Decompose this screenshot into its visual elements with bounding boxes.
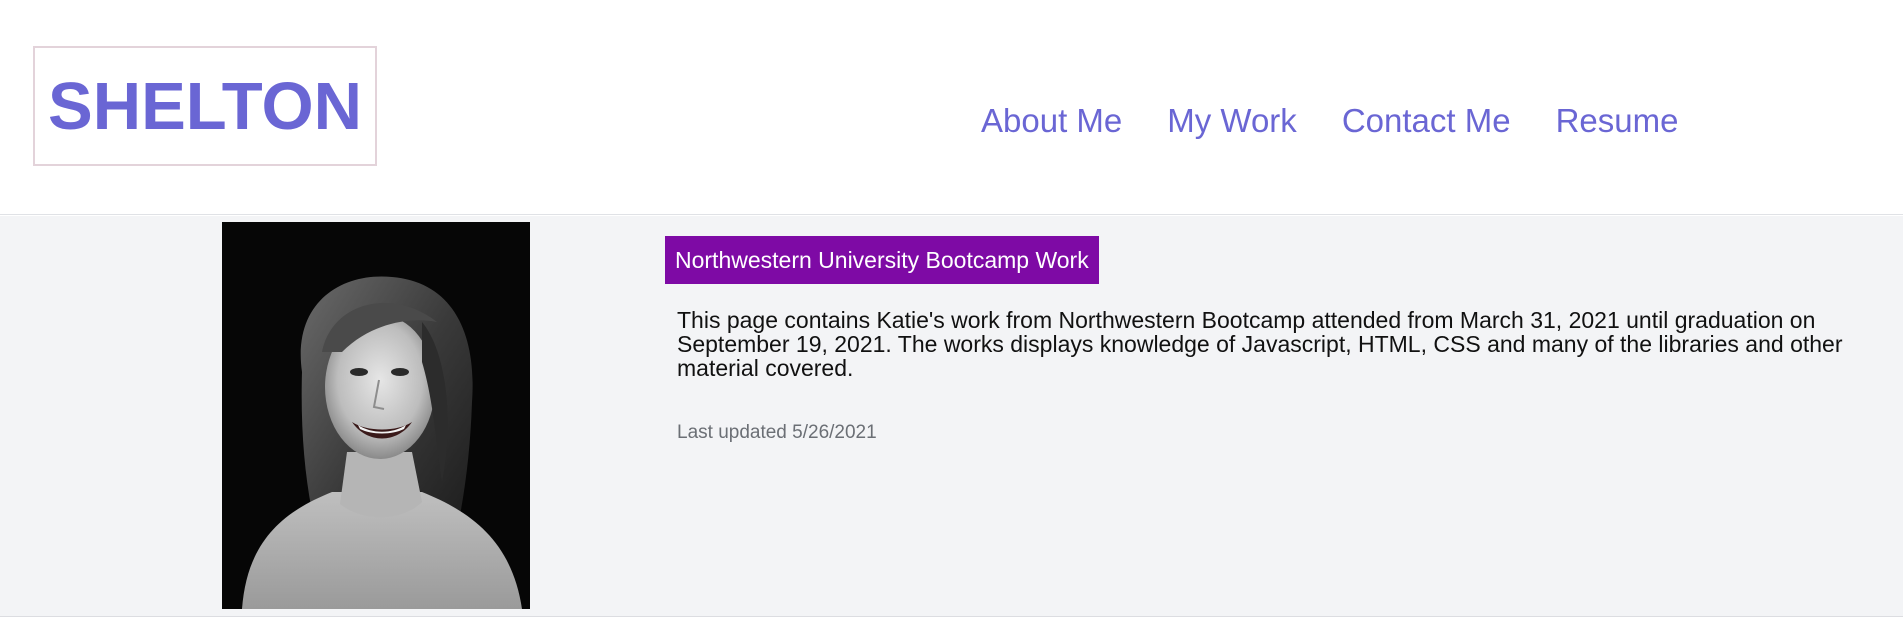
- site-header: SHELTON About Me My Work Contact Me Resu…: [0, 0, 1903, 215]
- nav-link-about-me[interactable]: About Me: [981, 100, 1122, 142]
- logo[interactable]: SHELTON: [33, 46, 377, 166]
- nav-link-my-work[interactable]: My Work: [1167, 100, 1297, 142]
- main-nav: About Me My Work Contact Me Resume: [981, 100, 1678, 142]
- nav-link-resume[interactable]: Resume: [1556, 100, 1679, 142]
- nav-link-contact-me[interactable]: Contact Me: [1342, 100, 1511, 142]
- last-updated-text: Last updated 5/26/2021: [677, 422, 877, 443]
- section-title: Northwestern University Bootcamp Work: [665, 236, 1099, 284]
- profile-photo: [222, 222, 530, 609]
- logo-text: SHELTON: [48, 68, 362, 144]
- main-content: Northwestern University Bootcamp Work Th…: [0, 216, 1903, 617]
- description-text: This page contains Katie's work from Nor…: [677, 307, 1843, 381]
